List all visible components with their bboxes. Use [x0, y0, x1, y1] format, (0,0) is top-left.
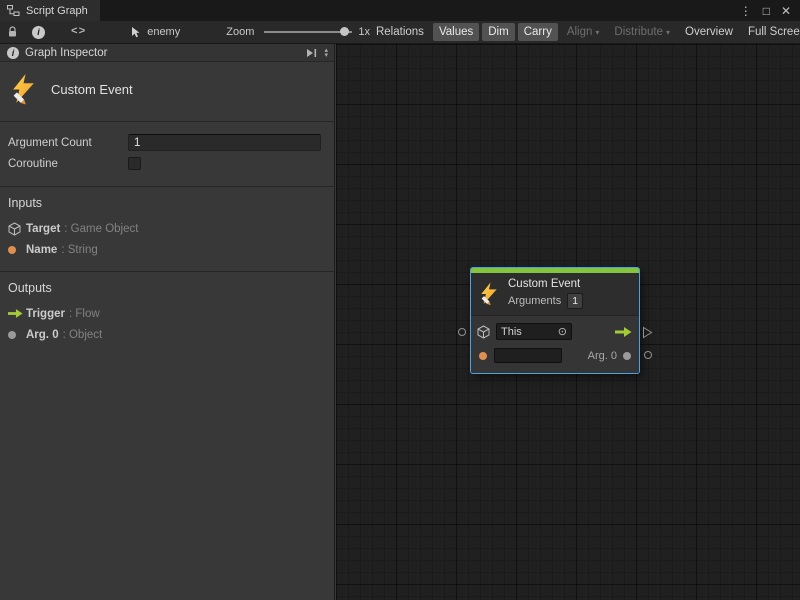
- argument-count-row: Argument Count: [0, 132, 334, 153]
- maximize-icon[interactable]: □: [763, 5, 770, 17]
- inspector-header: i Graph Inspector ▴ ▾: [0, 44, 334, 62]
- distribute-button-label: Distribute: [614, 26, 663, 38]
- zoom-slider[interactable]: [264, 26, 352, 38]
- port-row-trigger: Trigger : Flow: [0, 303, 334, 324]
- port-name: Arg. 0: [26, 329, 59, 341]
- custom-event-icon: [479, 282, 499, 306]
- port-type: : Flow: [69, 308, 100, 320]
- close-icon[interactable]: ✕: [781, 5, 791, 17]
- node-body: This ⊙ Arg. 0: [471, 315, 639, 373]
- custom-event-icon: [10, 74, 37, 105]
- inspector-header-controls: ▴ ▾: [305, 47, 328, 59]
- script-graph-icon: [7, 5, 20, 16]
- relations-button[interactable]: Relations: [370, 23, 430, 41]
- chevron-down-icon: ▾: [666, 28, 670, 37]
- port-row-arg0: Arg. 0 : Object: [0, 324, 334, 345]
- script-graph-window: Script Graph ⋮ □ ✕ i <> enemy Zoom 1x Re…: [0, 0, 800, 600]
- node-row-target: This ⊙: [477, 322, 633, 341]
- event-name-input[interactable]: [494, 348, 562, 363]
- outputs-section: Outputs Trigger : Flow Arg. 0 : Object: [0, 272, 334, 356]
- graph-toolbar: i <> enemy Zoom 1x Relations Values Dim …: [0, 21, 800, 44]
- port-type: : String: [61, 244, 97, 256]
- overview-button[interactable]: Overview: [679, 23, 739, 41]
- argument-count-label: Argument Count: [8, 137, 128, 149]
- node-arguments: Arguments 1: [508, 293, 583, 309]
- coroutine-checkbox[interactable]: [128, 157, 141, 170]
- info-icon: i: [7, 47, 19, 59]
- node-arguments-count: 1: [567, 293, 583, 309]
- event-header: Custom Event: [0, 62, 334, 121]
- inputs-heading: Inputs: [0, 196, 334, 210]
- zoom-slider-knob[interactable]: [340, 27, 349, 36]
- scroll-spinner-icon[interactable]: ▴ ▾: [324, 48, 328, 58]
- node-row-arg: Arg. 0: [477, 346, 633, 365]
- titlebar: Script Graph ⋮ □ ✕: [0, 0, 800, 21]
- port-name: Trigger: [26, 308, 65, 320]
- chevron-down-icon: ▾: [595, 28, 599, 37]
- arg0-label: Arg. 0: [588, 350, 617, 362]
- graph-target-label[interactable]: enemy: [147, 26, 180, 38]
- window-controls: ⋮ □ ✕: [740, 0, 800, 21]
- distribute-button[interactable]: Distribute ▾: [608, 23, 676, 41]
- this-dropdown[interactable]: This ⊙: [496, 323, 572, 340]
- node-title: Custom Event: [508, 278, 583, 290]
- info-icon[interactable]: i: [32, 26, 45, 39]
- event-title: Custom Event: [51, 82, 133, 97]
- align-button-label: Align: [567, 26, 593, 38]
- port-type: : Game Object: [64, 223, 138, 235]
- port-type: : Object: [63, 329, 103, 341]
- tab-title: Script Graph: [26, 5, 88, 17]
- graph-inspector-panel: i Graph Inspector ▴ ▾: [0, 44, 335, 600]
- align-button[interactable]: Align ▾: [561, 23, 606, 41]
- full-screen-button[interactable]: Full Screen: [742, 23, 800, 41]
- string-port-icon: [8, 246, 26, 254]
- carry-button[interactable]: Carry: [518, 23, 558, 41]
- event-fields: Argument Count Coroutine: [0, 122, 334, 186]
- node-header[interactable]: Custom Event Arguments 1: [471, 273, 639, 315]
- argument-count-input[interactable]: [128, 134, 321, 151]
- flow-arrow-icon: [8, 308, 26, 319]
- zoom-slider-track[interactable]: [264, 31, 352, 33]
- values-button[interactable]: Values: [433, 23, 479, 41]
- port-row-name: Name : String: [0, 239, 334, 260]
- cube-icon: [477, 325, 490, 339]
- arg0-port-icon[interactable]: [623, 352, 631, 360]
- dock-icon[interactable]: [305, 47, 318, 59]
- toolbar-buttons: Relations Values Dim Carry Align ▾ Distr…: [370, 23, 800, 41]
- inputs-section: Inputs Target : Game Object Name : Strin…: [0, 187, 334, 271]
- object-picker-icon[interactable]: ⊙: [558, 325, 567, 338]
- graph-canvas[interactable]: Custom Event Arguments 1 This ⊙: [336, 44, 800, 600]
- port-name: Name: [26, 244, 57, 256]
- object-port-icon: [8, 331, 26, 339]
- cube-icon: [8, 222, 26, 236]
- trigger-flow-port-icon[interactable]: [615, 326, 632, 338]
- target-input-port-marker[interactable]: [458, 328, 466, 336]
- lock-icon[interactable]: [7, 26, 18, 38]
- outputs-heading: Outputs: [0, 281, 334, 295]
- tab-script-graph[interactable]: Script Graph: [0, 0, 100, 21]
- zoom-value: 1x: [358, 26, 370, 38]
- dim-button[interactable]: Dim: [482, 23, 514, 41]
- flow-output-port-marker[interactable]: [642, 326, 653, 339]
- port-name: Target: [26, 223, 60, 235]
- arg0-output-port-marker[interactable]: [644, 351, 652, 359]
- coroutine-row: Coroutine: [0, 153, 334, 174]
- port-row-target: Target : Game Object: [0, 218, 334, 239]
- code-icon[interactable]: <>: [71, 26, 86, 38]
- node-header-text: Custom Event Arguments 1: [508, 278, 583, 309]
- kebab-menu-icon[interactable]: ⋮: [740, 5, 752, 17]
- zoom-label: Zoom: [226, 26, 254, 38]
- spinner-down-icon[interactable]: ▾: [324, 53, 328, 58]
- inspector-title: Graph Inspector: [25, 47, 107, 59]
- node-arguments-label: Arguments: [508, 295, 561, 307]
- edit-graph-cursor-icon: [130, 26, 142, 39]
- coroutine-label: Coroutine: [8, 158, 128, 170]
- this-dropdown-value: This: [501, 326, 522, 338]
- custom-event-node[interactable]: Custom Event Arguments 1 This ⊙: [471, 268, 639, 373]
- name-port-icon[interactable]: [479, 352, 487, 360]
